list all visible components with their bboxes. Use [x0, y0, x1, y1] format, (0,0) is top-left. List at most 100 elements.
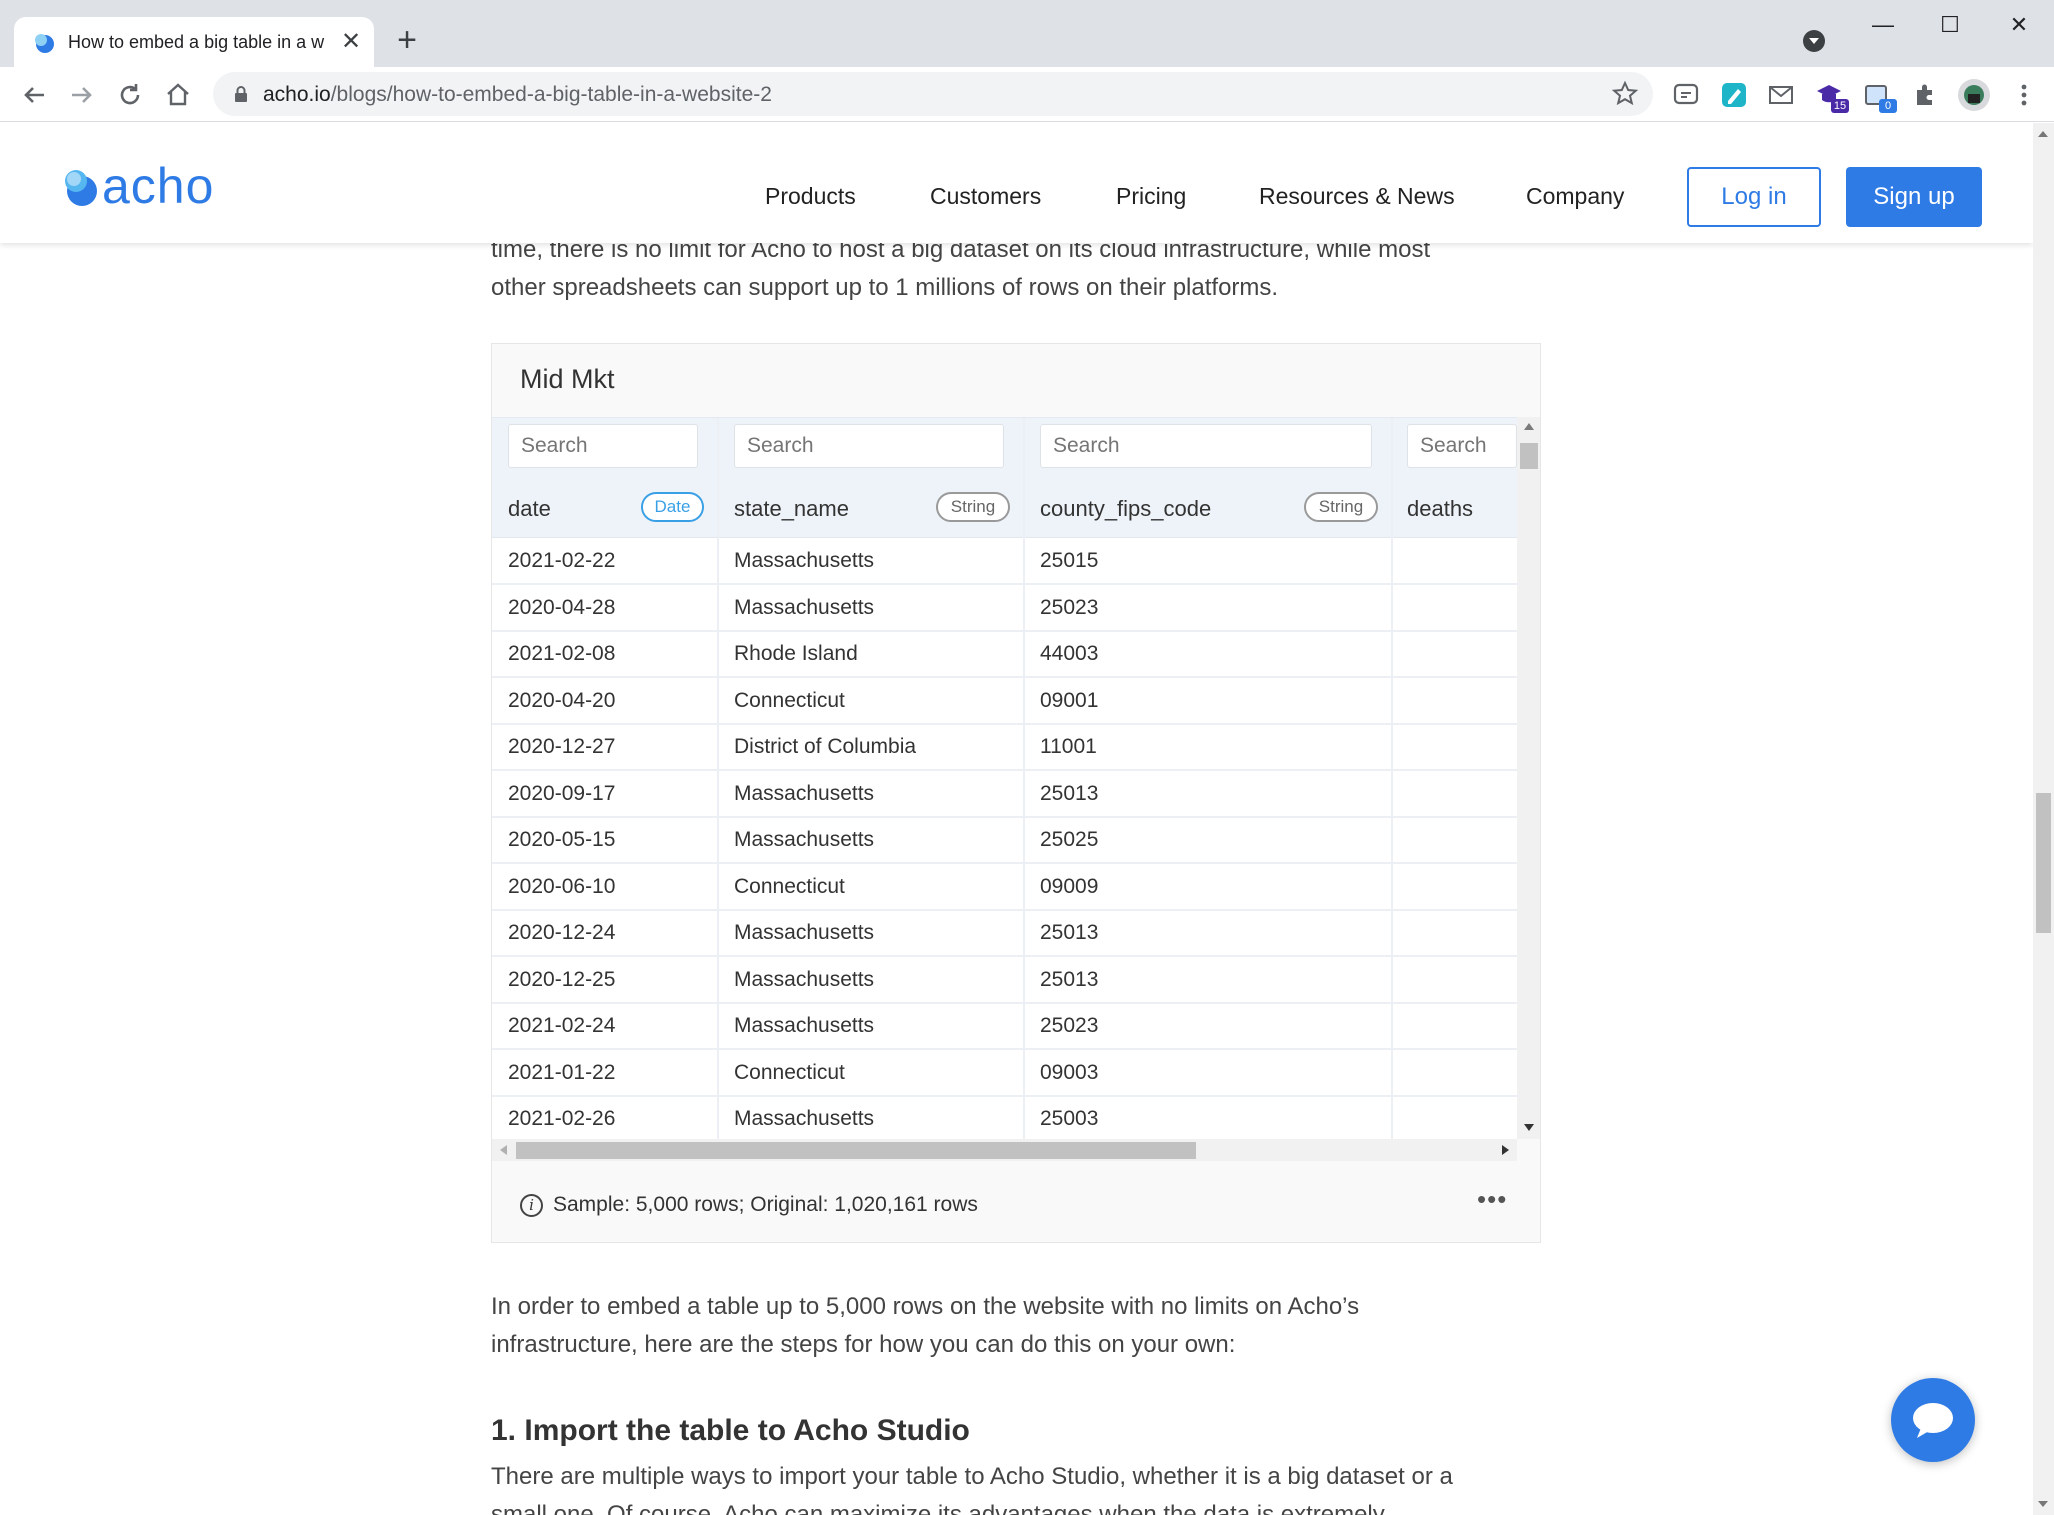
back-icon[interactable] — [18, 79, 50, 111]
acho-logo[interactable]: acho — [62, 157, 222, 214]
table-row[interactable]: 2020-12-24 Massachusetts 25013 — [492, 911, 1517, 957]
home-icon[interactable] — [162, 79, 194, 111]
cell-date: 2020-12-24 — [508, 921, 616, 944]
cell-county-fips-code: 11001 — [1040, 735, 1097, 758]
browser-tabstrip: How to embed a big table in a w ✕ + — ☐ … — [0, 0, 2054, 67]
minimize-button[interactable]: — — [1860, 10, 1906, 40]
nav-resources-news[interactable]: Resources & News — [1259, 183, 1455, 210]
cell-county-fips-code: 09001 — [1040, 688, 1099, 712]
cell-county-fips-code: 25025 — [1040, 828, 1099, 851]
cell-county-fips-code: 25003 — [1040, 1107, 1099, 1130]
cell-date: 2020-04-28 — [508, 595, 616, 619]
column-header-state-name[interactable]: state_name — [734, 496, 849, 522]
column-header-date[interactable]: date — [508, 496, 551, 522]
search-input-state-name[interactable] — [734, 424, 1004, 468]
cell-date: 2021-02-08 — [508, 642, 616, 665]
table-row[interactable]: 2020-04-20 Connecticut 09001 — [492, 679, 1517, 725]
scroll-right-arrow-icon[interactable] — [1502, 1145, 1509, 1155]
table-row[interactable]: 2021-01-22 Connecticut 09003 — [492, 1051, 1517, 1097]
table-row[interactable]: 2020-04-28 Massachusetts 25023 — [492, 586, 1517, 632]
site-header: acho Products Customers Pricing Resource… — [0, 123, 2033, 243]
cell-county-fips-code: 25013 — [1040, 921, 1099, 944]
scroll-down-arrow-icon[interactable] — [1524, 1124, 1534, 1131]
extension-pen-icon[interactable] — [1720, 81, 1748, 109]
paragraph-line: infrastructure, here are the steps for h… — [491, 1331, 1236, 1358]
extension-graduation-icon[interactable]: 15 — [1815, 81, 1849, 113]
extension-calendar-icon[interactable]: 0 — [1863, 81, 1897, 113]
cell-county-fips-code: 09009 — [1040, 874, 1099, 898]
cell-state-name: District of Columbia — [734, 735, 917, 758]
lock-icon — [235, 86, 247, 102]
maximize-button[interactable]: ☐ — [1927, 10, 1973, 40]
cell-date: 2020-09-17 — [508, 781, 616, 805]
scrollbar-thumb[interactable] — [516, 1142, 1196, 1159]
extension-badge: 0 — [1879, 99, 1897, 113]
table-sample-info: i Sample: 5,000 rows; Original: 1,020,161… — [520, 1193, 978, 1217]
reload-icon[interactable] — [114, 79, 146, 111]
extensions-puzzle-icon[interactable] — [1911, 81, 1939, 109]
browser-menu-icon[interactable] — [2010, 81, 2038, 109]
table-vertical-scrollbar[interactable] — [1517, 417, 1540, 1139]
cell-state-name: Massachusetts — [734, 595, 875, 619]
table-row[interactable]: 2021-02-26 Massachusetts 25003 — [492, 1097, 1517, 1139]
type-badge-date: Date — [641, 492, 704, 522]
cell-county-fips-code: 44003 — [1040, 642, 1099, 665]
intro-line: other spreadsheets can support up to 1 m… — [491, 274, 1279, 301]
address-bar[interactable]: acho.io/blogs/how-to-embed-a-big-table-i… — [213, 72, 1653, 116]
search-input-date[interactable] — [508, 424, 698, 468]
table-row[interactable]: 2020-05-15 Massachusetts 25025 — [492, 818, 1517, 864]
table-horizontal-scrollbar[interactable] — [492, 1139, 1517, 1161]
extension-mail-icon[interactable] — [1767, 81, 1795, 109]
scroll-left-arrow-icon[interactable] — [500, 1145, 507, 1155]
scrollbar-thumb[interactable] — [1520, 443, 1538, 469]
nav-products[interactable]: Products — [765, 183, 856, 210]
more-options-icon[interactable]: ••• — [1477, 1184, 1507, 1215]
search-input-deaths[interactable] — [1407, 424, 1517, 468]
bookmark-star-icon[interactable] — [1611, 80, 1639, 108]
extension-chat-icon[interactable] — [1672, 81, 1700, 109]
close-window-button[interactable]: ✕ — [1996, 10, 2042, 40]
cell-county-fips-code: 25013 — [1040, 967, 1099, 991]
table-row[interactable]: 2021-02-22 Massachusetts 25015 — [492, 539, 1517, 585]
acho-favicon-icon — [35, 34, 54, 53]
column-header-county-fips-code[interactable]: county_fips_code — [1040, 496, 1211, 522]
chat-bubble-icon — [1913, 1403, 1953, 1438]
chat-widget-button[interactable] — [1891, 1378, 1975, 1462]
extension-badge: 15 — [1831, 99, 1849, 113]
cell-state-name: Rhode Island — [734, 642, 858, 665]
page-viewport: acho Products Customers Pricing Resource… — [0, 123, 2033, 1515]
scrollbar-thumb[interactable] — [2036, 793, 2051, 933]
table-row[interactable]: 2021-02-08 Rhode Island 44003 — [492, 632, 1517, 678]
steps-intro-paragraph: In order to embed a table up to 5,000 ro… — [491, 1288, 1551, 1364]
cell-date: 2020-12-27 — [508, 735, 616, 758]
nav-company[interactable]: Company — [1526, 183, 1624, 210]
scroll-up-arrow-icon[interactable] — [1524, 423, 1534, 430]
login-button[interactable]: Log in — [1687, 167, 1821, 227]
paragraph-line: In order to embed a table up to 5,000 ro… — [491, 1293, 1360, 1320]
tab-search-icon[interactable] — [1803, 30, 1825, 52]
forward-icon[interactable] — [66, 79, 98, 111]
nav-customers[interactable]: Customers — [930, 183, 1041, 210]
table-row[interactable]: 2020-06-10 Connecticut 09009 — [492, 865, 1517, 911]
paragraph-line: small one. Of course, Acho can maximize … — [491, 1501, 1385, 1515]
browser-tab[interactable]: How to embed a big table in a w ✕ — [14, 17, 374, 67]
tab-close-icon[interactable]: ✕ — [340, 30, 362, 54]
column-header-deaths[interactable]: deaths — [1407, 496, 1473, 522]
search-input-county-fips-code[interactable] — [1040, 424, 1372, 468]
url-path: /blogs/how-to-embed-a-big-table-in-a-web… — [330, 83, 772, 106]
cell-date: 2021-02-24 — [508, 1014, 616, 1037]
profile-avatar-icon[interactable] — [1957, 78, 1991, 112]
data-grid: date Date state_name String county_fips_… — [492, 417, 1517, 1139]
nav-pricing[interactable]: Pricing — [1116, 183, 1186, 210]
cell-state-name: Massachusetts — [734, 549, 875, 572]
table-row[interactable]: 2020-09-17 Massachusetts 25013 — [492, 772, 1517, 818]
scroll-up-arrow-icon[interactable] — [2038, 131, 2048, 137]
table-row[interactable]: 2020-12-25 Massachusetts 25013 — [492, 958, 1517, 1004]
table-row[interactable]: 2020-12-27 District of Columbia 11001 — [492, 725, 1517, 771]
scroll-down-arrow-icon[interactable] — [2038, 1501, 2048, 1507]
signup-button[interactable]: Sign up — [1846, 167, 1982, 227]
table-row[interactable]: 2021-02-24 Massachusetts 25023 — [492, 1004, 1517, 1050]
page-vertical-scrollbar[interactable] — [2033, 123, 2054, 1515]
new-tab-button[interactable]: + — [392, 23, 422, 57]
cell-date: 2020-12-25 — [508, 967, 616, 991]
